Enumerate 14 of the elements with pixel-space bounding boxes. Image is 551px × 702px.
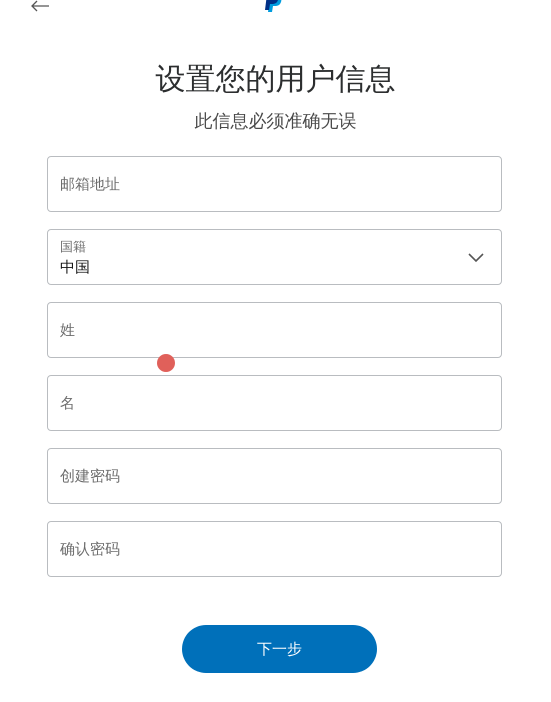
page-title: 设置您的用户信息 <box>156 61 396 99</box>
page-subtitle: 此信息必须准确无误 <box>194 110 356 134</box>
input-field[interactable]: 确认密码 <box>47 521 502 577</box>
touch-indicator-icon <box>157 354 175 372</box>
next-button[interactable]: 下一步 <box>182 625 377 673</box>
chevron-down-icon <box>467 251 485 263</box>
input-field[interactable]: 名 <box>47 375 502 431</box>
nationality-select[interactable]: 国籍 中国 <box>47 229 502 285</box>
field-value: 中国 <box>60 258 91 276</box>
input-field[interactable]: 姓 <box>47 302 502 358</box>
field-label: 国籍 <box>60 238 87 256</box>
input-field[interactable]: 创建密码 <box>47 448 502 504</box>
back-arrow-icon[interactable] <box>30 0 50 12</box>
input-field[interactable]: 邮箱地址 <box>47 156 502 212</box>
